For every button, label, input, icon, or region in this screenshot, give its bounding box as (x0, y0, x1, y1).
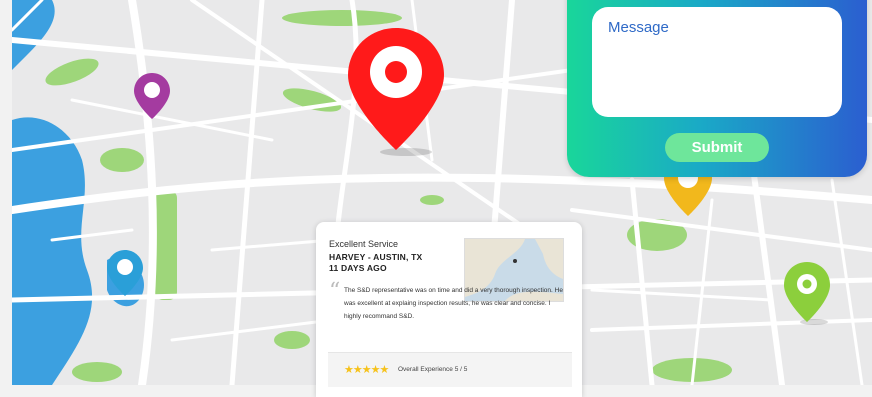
review-title: Excellent Service (329, 239, 399, 249)
contact-form-panel: Submit (567, 0, 867, 177)
park-area (420, 195, 444, 205)
park-area (282, 10, 402, 26)
park-area (274, 331, 310, 349)
park-area (155, 190, 177, 300)
review-card: Excellent Service HARVEY - AUSTIN, TX 11… (316, 222, 582, 397)
rating-bar: ★★★★★ Overall Experience 5 / 5 (328, 352, 572, 387)
review-body: The S&D representative was on time and d… (344, 287, 563, 320)
message-input[interactable] (608, 19, 826, 105)
review-author: HARVEY - AUSTIN, TX (329, 252, 423, 262)
park-area (100, 148, 144, 172)
park-area (72, 362, 122, 382)
submit-button[interactable]: Submit (665, 133, 769, 162)
star-rating-icon: ★★★★★ (344, 364, 389, 376)
message-field[interactable] (592, 7, 842, 117)
review-date: 11 DAYS AGO (329, 263, 387, 273)
overall-experience-label: Overall Experience 5 / 5 (398, 366, 468, 373)
quote-icon: “ (329, 279, 341, 304)
park-area (45, 58, 99, 86)
river-water (12, 117, 93, 385)
